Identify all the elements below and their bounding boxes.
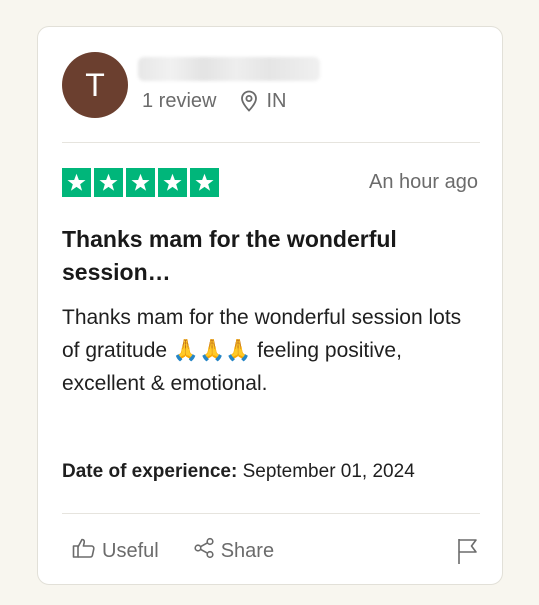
review-timestamp: An hour ago	[369, 171, 478, 193]
share-button[interactable]: Share	[193, 537, 274, 565]
share-icon	[193, 537, 215, 565]
avatar-letter: T	[85, 66, 105, 103]
report-button[interactable]	[456, 537, 480, 570]
star-icon	[126, 168, 155, 197]
review-count: 1 review	[142, 89, 217, 112]
useful-label: Useful	[102, 539, 159, 562]
star-icon	[190, 168, 219, 197]
divider	[62, 142, 480, 143]
reviewer-meta: 1 review IN	[142, 89, 286, 113]
divider	[62, 513, 480, 514]
flag-icon	[456, 539, 480, 569]
star-icon	[62, 168, 91, 197]
thumbs-up-icon	[72, 537, 96, 565]
review-body: Thanks mam for the wonderful session lot…	[62, 306, 462, 395]
star-icon	[94, 168, 123, 197]
date-of-experience-label: Date of experience:	[62, 461, 238, 482]
share-label: Share	[220, 539, 275, 562]
useful-button[interactable]: Useful	[72, 537, 159, 565]
star-icon	[158, 168, 187, 197]
date-of-experience-value: September 01, 2024	[242, 461, 415, 482]
review-card: T 1 review IN An hour ago Thanks mam for…	[37, 26, 503, 585]
avatar[interactable]: T	[62, 52, 128, 118]
review-actions: Useful Share	[72, 537, 274, 565]
star-rating	[62, 168, 219, 197]
date-of-experience: Date of experience: September 01, 2024	[62, 461, 415, 483]
location-pin-icon	[240, 90, 258, 112]
reviewer-name-redacted	[138, 57, 320, 81]
review-title[interactable]: Thanks mam for the wonderful session…	[62, 223, 482, 289]
reviewer-country: IN	[266, 89, 287, 112]
